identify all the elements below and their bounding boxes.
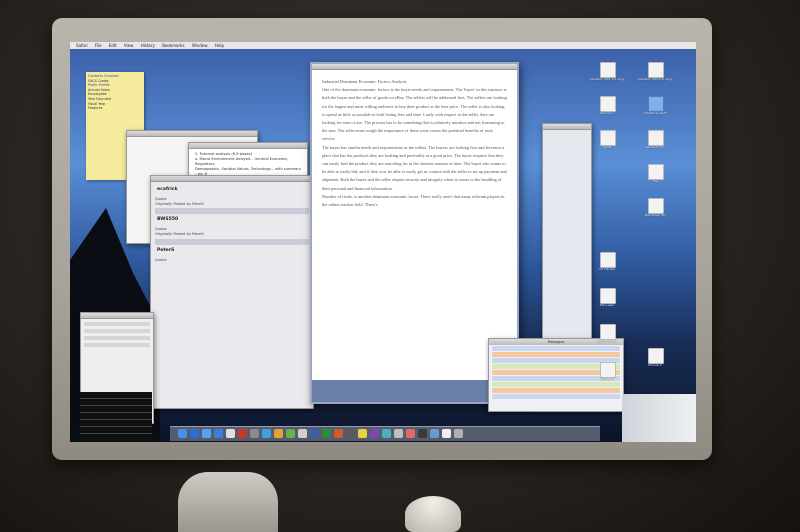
app-icon[interactable] — [286, 429, 295, 438]
desktop-icon-label[interactable]: Picture 2 — [590, 377, 624, 382]
desktop-icons: Plankton Mini 1.0.dmg Plankton Mini Intl… — [590, 52, 696, 382]
mug — [405, 496, 461, 532]
list-item[interactable] — [84, 329, 150, 333]
application-icon[interactable] — [600, 130, 616, 146]
list-item[interactable] — [84, 336, 150, 340]
system-preferences-icon[interactable] — [394, 429, 403, 438]
menu-item[interactable]: Window — [192, 43, 208, 48]
list-item[interactable] — [84, 343, 150, 347]
window-titlebar[interactable] — [81, 313, 153, 319]
document-paragraph: Number of rivals, is another dominant ec… — [322, 193, 505, 208]
quote-snippet: Originally Posted by PeterS — [155, 231, 204, 236]
app-icon[interactable] — [430, 429, 439, 438]
desktop-icon-label[interactable]: Epbrocan v1 — [590, 339, 624, 344]
document-title: Industrial Dominant Economic Factors Ana… — [322, 79, 407, 84]
finder-icon[interactable] — [178, 429, 187, 438]
menu-bar: Safari File Edit View History Bookmarks … — [70, 42, 696, 49]
document-paragraph: The buyer has similar needs and requirem… — [322, 144, 507, 191]
preview-icon[interactable] — [250, 429, 259, 438]
menu-item[interactable]: History — [141, 43, 155, 48]
hard-drive-icon[interactable] — [648, 198, 664, 214]
buddy-list-window[interactable] — [542, 123, 592, 339]
powerpoint-icon[interactable] — [334, 429, 343, 438]
forum-username[interactable]: ecafrick — [157, 187, 307, 193]
window-titlebar[interactable] — [543, 124, 591, 130]
stickies-icon[interactable] — [358, 429, 367, 438]
message-row[interactable] — [492, 394, 620, 399]
desktop-icon-label[interactable]: GT Handle — [590, 267, 624, 272]
folder-icon[interactable] — [648, 96, 664, 112]
finder-window-strip[interactable] — [622, 394, 696, 442]
menu-item[interactable]: Bookmarks — [162, 43, 184, 48]
dock — [170, 426, 600, 441]
menu-item[interactable]: View — [124, 43, 134, 48]
terminal-icon[interactable] — [346, 429, 355, 438]
document-icon[interactable] — [600, 288, 616, 304]
forum-username[interactable]: BWS550 — [157, 218, 307, 223]
app-icon[interactable] — [418, 429, 427, 438]
message-row[interactable] — [492, 382, 620, 387]
safari-icon[interactable] — [214, 429, 223, 438]
dmg-icon[interactable] — [600, 62, 616, 78]
mail-icon[interactable] — [202, 429, 211, 438]
document-icon[interactable] — [600, 324, 616, 340]
dashboard-icon[interactable] — [190, 429, 199, 438]
menu-item[interactable]: Help — [215, 43, 224, 48]
app-icon[interactable] — [370, 429, 379, 438]
app-icon[interactable] — [382, 429, 391, 438]
quote-label: Quote: — [155, 257, 168, 262]
monitor-stand — [178, 472, 278, 532]
desktop-icon-label[interactable]: Picture 1 — [590, 111, 624, 116]
ichat-icon[interactable] — [226, 429, 235, 438]
outline-line: a. Macro Environment Analysis – General … — [195, 157, 289, 166]
image-file-icon[interactable] — [648, 348, 664, 364]
list-item[interactable] — [84, 322, 150, 326]
menu-item[interactable]: Safari — [76, 43, 88, 48]
desktop-icon-label[interactable]: Macintosh HD — [638, 213, 672, 218]
excel-icon[interactable] — [322, 429, 331, 438]
photo-scene: Safari File Edit View History Bookmarks … — [0, 0, 800, 532]
desktop-icon-label[interactable]: Plankton Mini 1.0.dmg — [590, 77, 624, 82]
document-icon[interactable] — [600, 252, 616, 268]
desktop-icon-label[interactable]: Ghost — [590, 145, 624, 150]
forum-browser-window[interactable]: ecafrick Quote: Originally Posted by Pet… — [150, 175, 314, 409]
menu-item[interactable]: File — [95, 43, 102, 48]
document-paragraph: One of the dominant economic factors is … — [322, 87, 507, 142]
window-titlebar[interactable] — [127, 131, 257, 137]
image-file-icon[interactable] — [600, 96, 616, 112]
image-file-icon[interactable] — [600, 362, 616, 378]
app-icon[interactable] — [406, 429, 415, 438]
document-footer-area — [312, 380, 517, 402]
quote-snippet: Originally Posted by PeterS — [155, 201, 204, 206]
menu-item[interactable]: Edit — [109, 43, 117, 48]
calendar-icon[interactable] — [238, 429, 247, 438]
forum-username[interactable]: PeterS — [157, 248, 307, 254]
post-divider — [155, 238, 309, 245]
document-icon[interactable] — [648, 164, 664, 180]
app-icon[interactable] — [298, 429, 307, 438]
trash-icon[interactable] — [454, 429, 463, 438]
desktop-icon-label[interactable]: SpinAnt.com — [638, 145, 672, 150]
document-icon[interactable] — [442, 429, 451, 438]
desktop-icon-label[interactable]: Picture 3 — [638, 363, 672, 368]
post-divider — [155, 208, 309, 215]
desktop-icon-label[interactable]: Christmas stuff — [638, 111, 672, 116]
desktop-icon-label[interactable]: Tile — [638, 179, 672, 184]
dmg-icon[interactable] — [648, 62, 664, 78]
word-icon[interactable] — [310, 429, 319, 438]
monitor-screen: Safari File Edit View History Bookmarks … — [70, 42, 696, 442]
sticky-line: Features — [88, 106, 103, 111]
desktop-icon-label[interactable]: Plankton Mini Intl.dmg — [638, 77, 672, 82]
desktop-icon-label[interactable]: Fan Laws — [590, 303, 624, 308]
message-row[interactable] — [492, 388, 620, 393]
itunes-icon[interactable] — [262, 429, 271, 438]
iphoto-icon[interactable] — [274, 429, 283, 438]
document-icon[interactable] — [648, 130, 664, 146]
terminal-list — [80, 392, 152, 440]
